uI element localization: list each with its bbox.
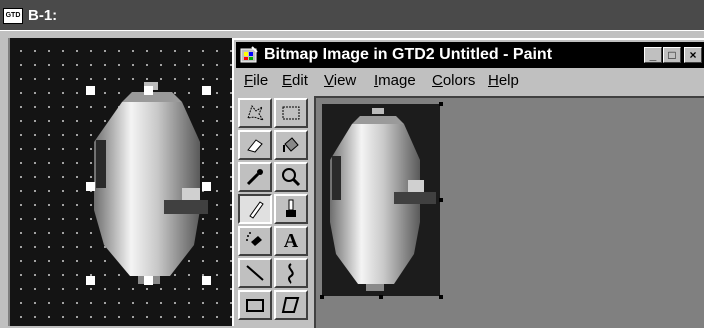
- text-tool-label: A: [283, 229, 299, 252]
- polygon-icon[interactable]: [274, 290, 308, 320]
- eraser-icon[interactable]: [238, 130, 272, 160]
- selection-handle[interactable]: [86, 86, 95, 95]
- dotted-canvas[interactable]: [8, 38, 238, 326]
- resize-handle[interactable]: [439, 295, 443, 299]
- select-icon[interactable]: [274, 98, 308, 128]
- paint-window-title: Bitmap Image in GTD2 Untitled - Paint: [264, 46, 553, 63]
- selection-handle[interactable]: [202, 276, 211, 285]
- menu-view[interactable]: View: [324, 72, 356, 89]
- brush-icon[interactable]: [274, 194, 308, 224]
- selection-handle[interactable]: [144, 276, 153, 285]
- airbrush-icon[interactable]: [238, 226, 272, 256]
- fill-icon[interactable]: [274, 130, 308, 160]
- menu-image[interactable]: Image: [374, 72, 416, 89]
- close-button[interactable]: ×: [684, 47, 702, 63]
- selection-handle[interactable]: [144, 86, 153, 95]
- free-form-select-icon[interactable]: [238, 98, 272, 128]
- resize-handle[interactable]: [439, 102, 443, 106]
- magnifier-icon[interactable]: [274, 162, 308, 192]
- drawing-area[interactable]: [314, 96, 704, 328]
- color-picker-icon[interactable]: [238, 162, 272, 192]
- bitmap-canvas[interactable]: [322, 104, 440, 296]
- text-icon[interactable]: A: [274, 226, 308, 256]
- menu-bar: File Edit View Image Colors Help: [236, 70, 704, 92]
- outer-frame: [0, 30, 704, 37]
- tank-image: [330, 108, 436, 291]
- app-icon[interactable]: GTD: [3, 8, 23, 24]
- menu-edit[interactable]: Edit: [282, 72, 308, 89]
- resize-handle[interactable]: [379, 295, 383, 299]
- paint-title-bar[interactable]: Bitmap Image in GTD2 Untitled - Paint _ …: [236, 42, 704, 68]
- selection-handle[interactable]: [86, 276, 95, 285]
- menu-help[interactable]: Help: [488, 72, 519, 89]
- line-icon[interactable]: [238, 258, 272, 288]
- paint-window[interactable]: Bitmap Image in GTD2 Untitled - Paint _ …: [232, 38, 704, 328]
- pencil-icon[interactable]: [238, 194, 272, 224]
- outer-window-title: B-1:: [28, 7, 58, 24]
- curve-icon[interactable]: [274, 258, 308, 288]
- selection-handle[interactable]: [86, 182, 95, 191]
- minimize-button[interactable]: _: [644, 47, 662, 63]
- rectangle-icon[interactable]: [238, 290, 272, 320]
- toolbox: A: [236, 96, 312, 328]
- menu-colors[interactable]: Colors: [432, 72, 475, 89]
- selection-handle[interactable]: [202, 182, 211, 191]
- maximize-button[interactable]: □: [663, 47, 681, 63]
- selection-handle[interactable]: [202, 86, 211, 95]
- menu-file[interactable]: File: [244, 72, 268, 89]
- outer-title-bar[interactable]: GTD B-1:: [0, 0, 704, 30]
- resize-handle[interactable]: [320, 295, 324, 299]
- paint-app-icon[interactable]: [240, 46, 258, 64]
- resize-handle[interactable]: [439, 198, 443, 202]
